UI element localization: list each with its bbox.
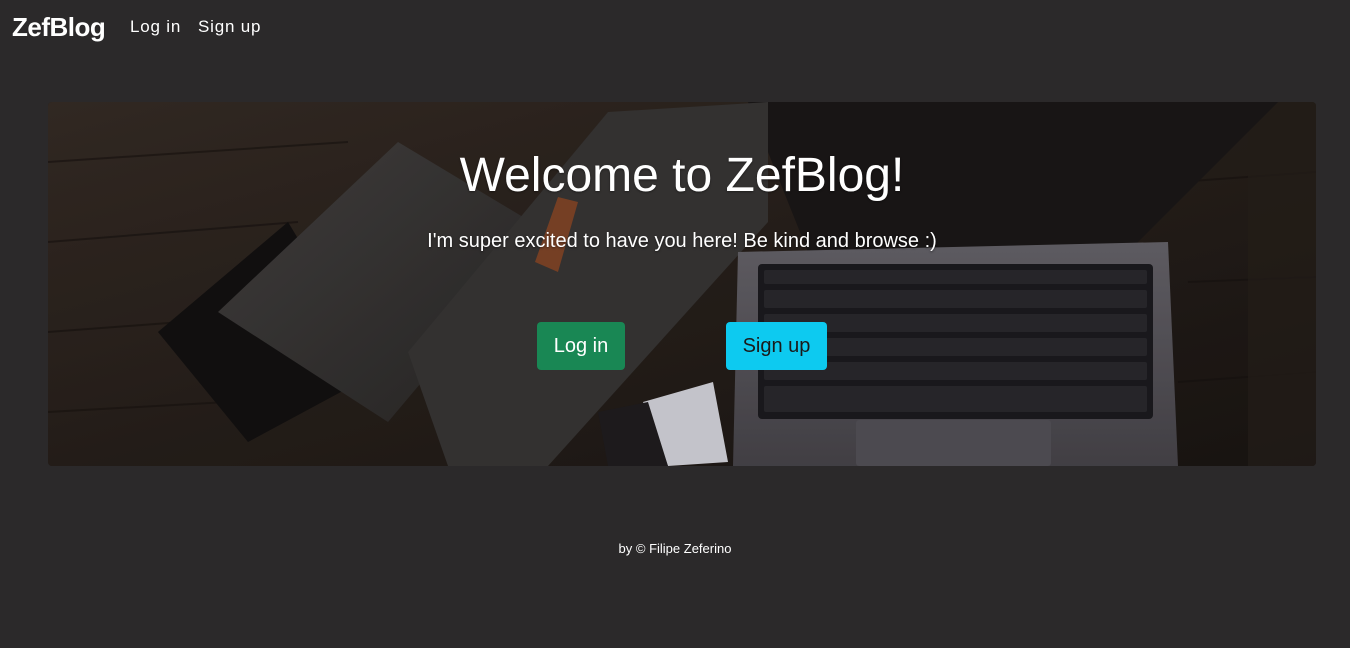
hero-title: Welcome to ZefBlog! bbox=[459, 149, 905, 202]
navbar: ZefBlog Log in Sign up bbox=[0, 0, 1350, 54]
footer-credit: by © Filipe Zeferino bbox=[618, 541, 732, 556]
hero-banner: Welcome to ZefBlog! I'm super excited to… bbox=[48, 102, 1316, 466]
nav-signup-link[interactable]: Sign up bbox=[198, 17, 261, 37]
hero-signup-button[interactable]: Sign up bbox=[726, 322, 827, 370]
hero-login-button[interactable]: Log in bbox=[537, 322, 625, 370]
brand-logo-link[interactable]: ZefBlog bbox=[12, 12, 106, 43]
nav-login-link[interactable]: Log in bbox=[130, 17, 181, 37]
hero-subtitle: I'm super excited to have you here! Be k… bbox=[427, 230, 937, 252]
